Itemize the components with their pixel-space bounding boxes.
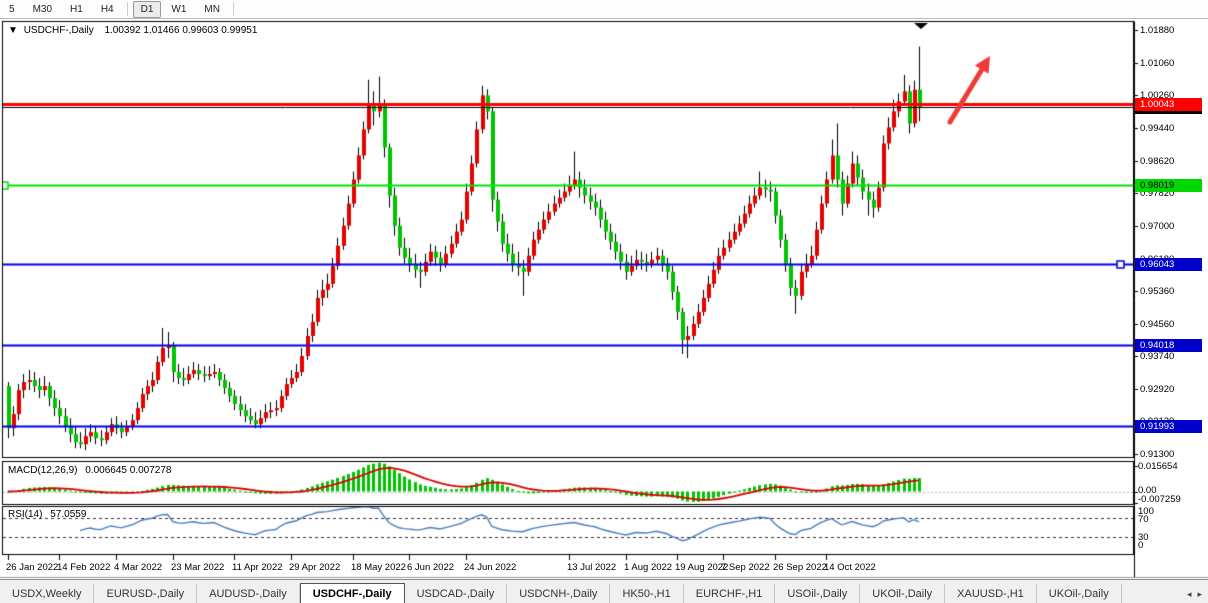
timeframe-button-mn[interactable]: MN — [196, 1, 228, 18]
tab-scroll-right-icon[interactable]: ▸ — [1197, 589, 1202, 600]
symbol-tab-usdcad-daily[interactable]: USDCAD-,Daily — [405, 584, 508, 603]
price-chart-canvas[interactable] — [0, 0, 1208, 603]
symbol-tab-usdchf-daily[interactable]: USDCHF-,Daily — [300, 583, 405, 603]
symbol-tab-xauusd-h1[interactable]: XAUUSD-,H1 — [945, 584, 1037, 603]
symbol-tab-ukoil-daily[interactable]: UKOil-,Daily — [1037, 584, 1122, 603]
symbol-tab-bar: USDX,WeeklyEURUSD-,DailyAUDUSD-,DailyUSD… — [0, 579, 1208, 603]
timeframe-toolbar: 5M30H1H4 D1W1MN — [0, 0, 1208, 19]
timeframe-button-h4[interactable]: H4 — [93, 1, 122, 18]
toolbar-separator — [233, 2, 234, 16]
symbol-tab-eurusd-daily[interactable]: EURUSD-,Daily — [94, 584, 197, 603]
symbol-tab-eurchf-h1[interactable]: EURCHF-,H1 — [684, 584, 776, 603]
timeframe-button-h1[interactable]: H1 — [62, 1, 91, 18]
symbol-tab-hk50-h1[interactable]: HK50-,H1 — [610, 584, 683, 603]
timeframe-button-w1[interactable]: W1 — [163, 1, 194, 18]
chart-window: 5M30H1H4D1W1MN ▼ USDCHF-,Daily 1.00392 1… — [0, 0, 1208, 603]
symbol-tab-usoil-daily[interactable]: USOil-,Daily — [775, 584, 860, 603]
timeframe-button-m30[interactable]: M30 — [25, 1, 60, 18]
tab-scroll-left-icon[interactable]: ◂ — [1187, 589, 1192, 600]
timeframe-button-d1[interactable]: D1 — [133, 1, 162, 18]
symbol-tab-usdx-weekly[interactable]: USDX,Weekly — [0, 584, 94, 603]
symbol-tab-audusd-daily[interactable]: AUDUSD-,Daily — [197, 584, 300, 603]
toolbar-separator — [127, 2, 128, 16]
symbol-tab-ukoil-daily[interactable]: UKOil-,Daily — [860, 584, 945, 603]
symbol-tab-usdcnh-daily[interactable]: USDCNH-,Daily — [507, 584, 610, 603]
tab-scroll-arrows: ◂▸ — [1181, 585, 1208, 603]
timeframe-button-5[interactable]: 5 — [1, 1, 23, 18]
